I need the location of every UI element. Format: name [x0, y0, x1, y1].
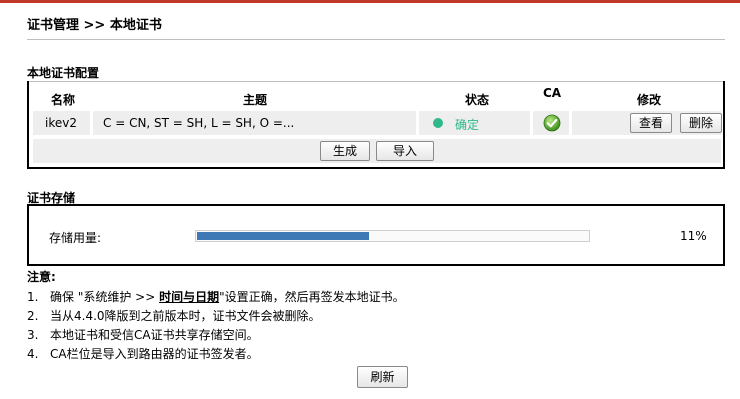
storage-progress-bar [195, 230, 590, 242]
cell-subject: C = CN, ST = SH, L = SH, O =... [93, 111, 416, 135]
generate-button[interactable]: 生成 [320, 141, 370, 161]
note-text: 本地证书和受信CA证书共享存储空间。 [50, 328, 259, 342]
note-number: 2. [27, 309, 39, 323]
note-number: 4. [27, 347, 39, 361]
column-header-subject: 主题 [243, 93, 268, 107]
notes-title: 注意: [27, 270, 56, 284]
cell-ca [533, 111, 569, 135]
local-cert-table: 名称 主题 状态 CA 修改 ikev2 C = CN, ST = SH, L … [27, 81, 725, 169]
column-header-ca: CA [543, 86, 562, 100]
note-number: 3. [27, 328, 39, 342]
check-icon [543, 114, 561, 132]
note-text-prefix: 确保 "系统维护 >> [50, 290, 160, 304]
note-item: 2. 当从4.4.0降版到之前版本时，证书文件会被删除。 [27, 307, 321, 324]
refresh-button[interactable]: 刷新 [357, 366, 408, 388]
delete-button[interactable]: 删除 [680, 113, 722, 133]
column-header-name: 名称 [51, 93, 76, 107]
column-header-modify: 修改 [637, 93, 662, 107]
storage-panel: 存储用量: 11% [27, 204, 725, 266]
time-date-link[interactable]: 时间与日期 [159, 290, 219, 304]
table-row: ikev2 C = CN, ST = SH, L = SH, O =... 确定 [33, 111, 722, 135]
storage-usage-percent: 11% [680, 229, 707, 243]
status-dot-icon [433, 118, 443, 128]
storage-progress-fill [197, 232, 369, 240]
cell-modify: 查看 删除 [572, 111, 722, 135]
note-item: 3. 本地证书和受信CA证书共享存储空间。 [27, 326, 259, 343]
note-text: 当从4.4.0降版到之前版本时，证书文件会被删除。 [50, 309, 321, 323]
title-divider [27, 39, 725, 40]
cert-subject: C = CN, ST = SH, L = SH, O =... [103, 116, 295, 130]
note-item: 4. CA栏位是导入到路由器的证书签发者。 [27, 345, 259, 362]
import-button[interactable]: 导入 [376, 141, 434, 161]
note-item: 1. 确保 "系统维护 >> 时间与日期"设置正确，然后再签发本地证书。 [27, 288, 405, 305]
cell-status: 确定 [419, 111, 530, 135]
local-cert-section-title: 本地证书配置 [27, 66, 100, 80]
cert-status: 确定 [455, 118, 480, 132]
page-title: 证书管理 >> 本地证书 [27, 18, 162, 33]
cell-name: ikev2 [33, 111, 90, 135]
storage-usage-label: 存储用量: [49, 231, 102, 245]
top-accent-bar [0, 0, 740, 3]
action-row: 生成 导入 [33, 139, 721, 163]
view-button[interactable]: 查看 [630, 113, 672, 133]
cert-name: ikev2 [45, 116, 77, 130]
note-number: 1. [27, 290, 39, 304]
column-header-status: 状态 [465, 93, 490, 107]
note-text-suffix: "设置正确，然后再签发本地证书。 [219, 290, 405, 304]
note-text: CA栏位是导入到路由器的证书签发者。 [50, 347, 259, 361]
